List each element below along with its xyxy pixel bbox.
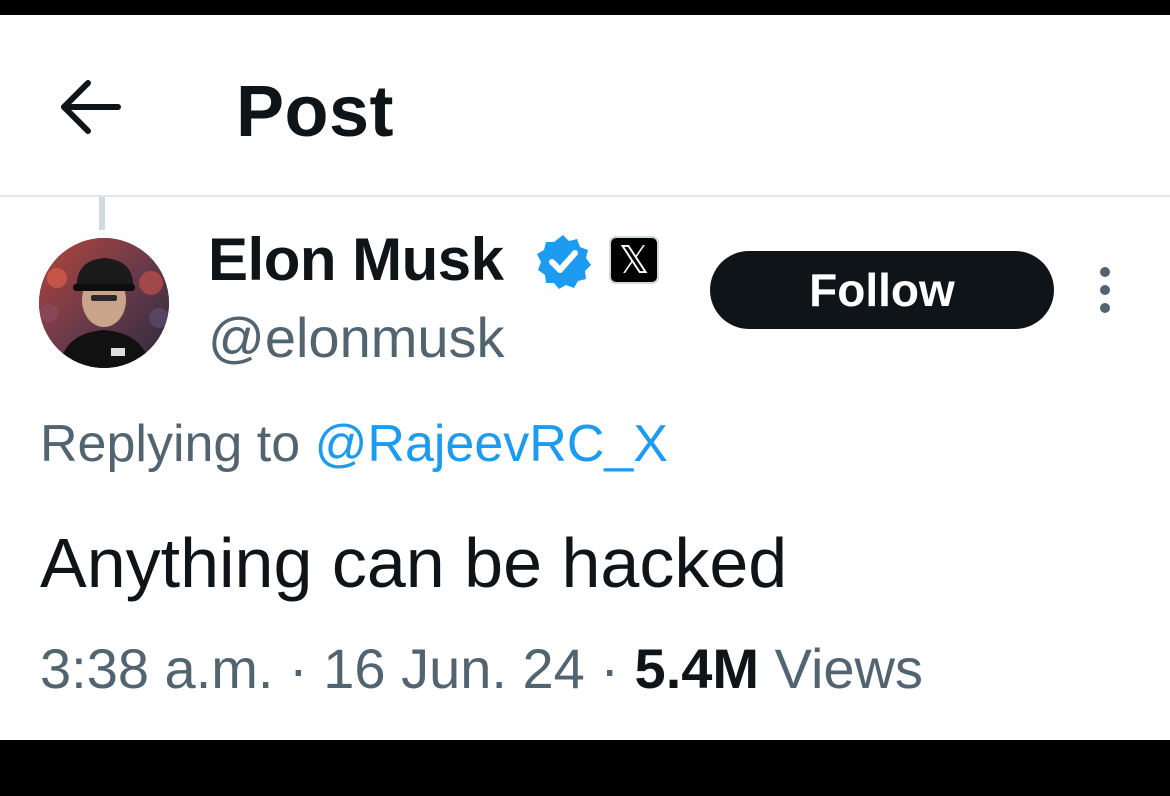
author-display-name[interactable]: Elon Musk bbox=[208, 227, 504, 293]
meta-separator: · bbox=[273, 637, 324, 700]
more-dot bbox=[1100, 303, 1110, 313]
post-text: Anything can be hacked bbox=[40, 524, 788, 602]
views-count[interactable]: 5.4M bbox=[635, 637, 760, 700]
views-label: Views bbox=[759, 637, 923, 700]
post-date[interactable]: 16 Jun. 24 bbox=[323, 637, 585, 700]
avatar-image bbox=[39, 238, 169, 368]
post-screen: Post Elon Musk 𝕏 @elonmusk Follow Replyi… bbox=[0, 15, 1170, 740]
top-letterbox-bar bbox=[0, 0, 1170, 15]
verified-badge-icon[interactable] bbox=[534, 232, 592, 290]
author-handle[interactable]: @elonmusk bbox=[208, 305, 505, 371]
page-header: Post bbox=[0, 15, 1170, 195]
back-button[interactable] bbox=[58, 78, 124, 136]
more-options-icon[interactable] bbox=[1092, 267, 1118, 313]
more-dot bbox=[1100, 285, 1110, 295]
x-affiliate-badge-icon[interactable]: 𝕏 bbox=[609, 236, 659, 284]
header-divider bbox=[0, 195, 1170, 197]
follow-button-label: Follow bbox=[809, 264, 955, 316]
affiliate-badge-label: 𝕏 bbox=[618, 238, 650, 282]
author-avatar[interactable] bbox=[39, 238, 169, 368]
meta-separator: · bbox=[584, 637, 635, 700]
post-time[interactable]: 3:38 a.m. bbox=[40, 637, 273, 700]
reply-mention-link[interactable]: @RajeevRC_X bbox=[315, 415, 668, 473]
reply-context: Replying to @RajeevRC_X bbox=[40, 413, 668, 475]
follow-button[interactable]: Follow bbox=[710, 251, 1054, 329]
post-meta: 3:38 a.m. · 16 Jun. 24 · 5.4M Views bbox=[40, 635, 923, 703]
bottom-letterbox-bar bbox=[0, 740, 1170, 796]
arrow-left-icon bbox=[61, 80, 121, 134]
more-dot bbox=[1100, 267, 1110, 277]
thread-connector-line bbox=[99, 197, 105, 230]
page-title: Post bbox=[236, 72, 395, 152]
reply-context-prefix: Replying to bbox=[40, 415, 315, 473]
